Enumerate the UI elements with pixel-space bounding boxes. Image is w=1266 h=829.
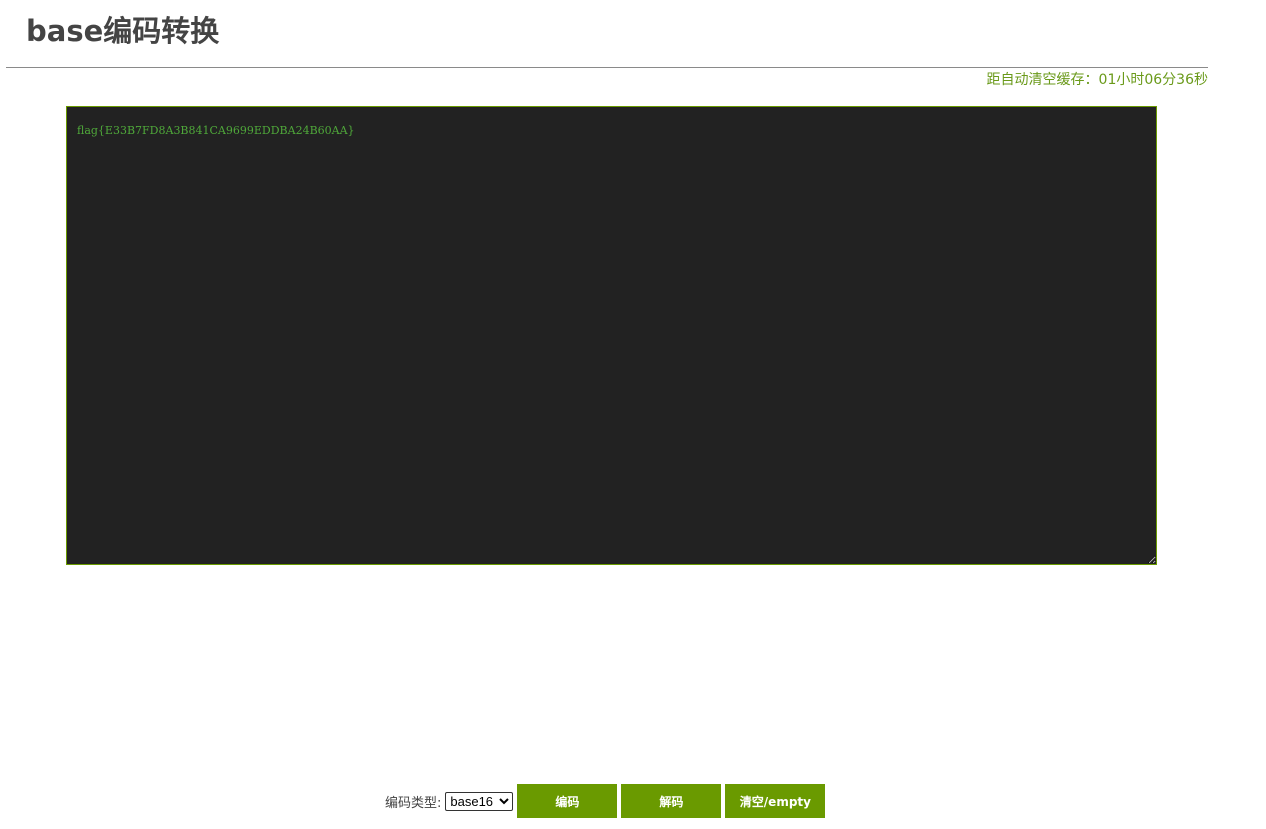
clear-button[interactable]: 清空/empty	[725, 784, 826, 818]
encode-button[interactable]: 编码	[517, 784, 618, 818]
decode-button[interactable]: 解码	[621, 784, 722, 818]
page: base编码转换 距自动清空缓存：01小时06分36秒 flag{E33B7FD…	[0, 0, 1266, 829]
encoding-type-label: 编码类型:	[385, 795, 442, 811]
page-title: base编码转换	[26, 14, 220, 48]
header-divider	[6, 67, 1208, 68]
cache-clear-timer: 距自动清空缓存：01小时06分36秒	[986, 72, 1208, 88]
encoding-type-select[interactable]: base16	[445, 791, 514, 811]
controls-bar: 编码类型: base16 编码 解码 清空/empty	[385, 784, 829, 818]
content-textarea[interactable]: flag{E33B7FD8A3B841CA9699EDDBA24B60AA}	[66, 106, 1157, 565]
